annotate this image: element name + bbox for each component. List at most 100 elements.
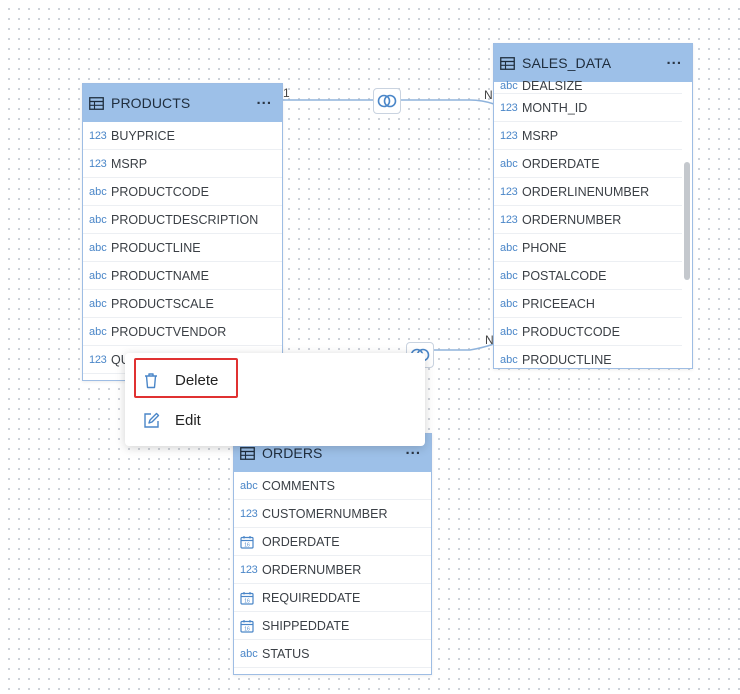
field-row[interactable]: abc PRODUCTNAME: [83, 262, 282, 290]
model-canvas[interactable]: 1 N N PRODUCTS ... 123 BUYPRICE 123 MSRP abc…: [0, 0, 740, 694]
field-row[interactable]: abc PRODUCTCODE: [83, 178, 282, 206]
venn-icon: [377, 94, 397, 108]
field-name: ORDERNUMBER: [262, 562, 362, 577]
text-type-icon: abc: [500, 241, 518, 254]
field-row[interactable]: 16 REQUIREDDATE: [234, 584, 431, 612]
field-row[interactable]: abc DEALSIZE: [494, 78, 682, 94]
field-row[interactable]: abc STATUS: [234, 640, 431, 668]
field-row[interactable]: abc PRODUCTSCALE: [83, 290, 282, 318]
field-name: PRODUCTNAME: [111, 268, 209, 283]
field-name: REQUIREDDATE: [262, 590, 361, 605]
more-options-icon[interactable]: ...: [256, 92, 272, 111]
field-row[interactable]: 16 SHIPPEDDATE: [234, 612, 431, 640]
field-name: PRODUCTLINE: [522, 352, 612, 367]
field-name: PRODUCTCODE: [111, 184, 209, 199]
field-row[interactable]: 123 MONTH_ID: [494, 94, 682, 122]
field-name: COMMENTS: [262, 478, 335, 493]
field-row[interactable]: abc PRODUCTLINE: [494, 346, 682, 368]
join-icon[interactable]: [373, 88, 401, 114]
number-type-icon: 123: [240, 563, 258, 576]
relation-cardinality-left: 1: [283, 86, 290, 100]
trash-icon: [143, 371, 161, 389]
menu-item-edit[interactable]: Edit: [125, 400, 425, 440]
table-name: ORDERS: [262, 445, 323, 461]
table-icon: [240, 445, 256, 461]
table-icon: [500, 55, 516, 71]
table-card-products[interactable]: PRODUCTS ... 123 BUYPRICE 123 MSRP abc PRODUC…: [82, 83, 283, 381]
text-type-icon: abc: [500, 157, 518, 170]
field-name: PRICEEACH: [522, 296, 595, 311]
field-row[interactable]: abc PRODUCTDESCRIPTION: [83, 206, 282, 234]
table-name: SALES_DATA: [522, 55, 612, 71]
field-row[interactable]: abc ORDERDATE: [494, 150, 682, 178]
number-type-icon: 123: [500, 185, 518, 198]
svg-text:16: 16: [244, 542, 250, 548]
field-name: MSRP: [522, 128, 559, 143]
field-name: PRODUCTVENDOR: [111, 324, 227, 339]
field-name: PRODUCTDESCRIPTION: [111, 212, 259, 227]
field-row[interactable]: abc PRODUCTCODE: [494, 318, 682, 346]
field-row[interactable]: abc POSTALCODE: [494, 262, 682, 290]
text-type-icon: abc: [89, 213, 107, 226]
field-row[interactable]: 16 ORDERDATE: [234, 528, 431, 556]
field-name: ORDERNUMBER: [522, 212, 622, 227]
field-row[interactable]: 123 ORDERNUMBER: [234, 556, 431, 584]
text-type-icon: abc: [500, 325, 518, 338]
table-card-sales-data[interactable]: SALES_DATA ... abc DEALSIZE 123 MONTH_ID 123…: [493, 43, 693, 369]
field-row[interactable]: 123 ORDERLINENUMBER: [494, 178, 682, 206]
field-row[interactable]: 123 MSRP: [83, 150, 282, 178]
number-type-icon: 123: [89, 129, 107, 142]
field-row[interactable]: abc PHONE: [494, 234, 682, 262]
field-row[interactable]: abc COMMENTS: [234, 472, 431, 500]
text-type-icon: abc: [240, 647, 258, 660]
field-row[interactable]: abc PRICEEACH: [494, 290, 682, 318]
menu-item-delete[interactable]: Delete: [125, 360, 425, 400]
svg-text:16: 16: [244, 598, 250, 604]
field-list: abc DEALSIZE 123 MONTH_ID 123 MSRP abc ORDERDAT…: [494, 78, 682, 368]
field-name: PHONE: [522, 240, 567, 255]
field-name: MSRP: [111, 156, 148, 171]
field-name: POSTALCODE: [522, 268, 607, 283]
table-name: PRODUCTS: [111, 95, 191, 111]
field-row[interactable]: 123 CUSTOMERNUMBER: [234, 500, 431, 528]
text-type-icon: abc: [500, 269, 518, 282]
scrollbar[interactable]: [684, 162, 690, 280]
text-type-icon: abc: [89, 185, 107, 198]
text-type-icon: abc: [500, 297, 518, 310]
relation-cardinality-right: N: [484, 88, 493, 102]
field-row[interactable]: 123 ORDERNUMBER: [494, 206, 682, 234]
table-icon: [89, 95, 105, 111]
date-type-icon: 16: [240, 619, 262, 633]
text-type-icon: abc: [500, 79, 518, 92]
number-type-icon: 123: [500, 101, 518, 114]
number-type-icon: 123: [89, 157, 107, 170]
number-type-icon: 123: [240, 507, 258, 520]
field-row[interactable]: 123 MSRP: [494, 122, 682, 150]
text-type-icon: abc: [89, 241, 107, 254]
menu-item-label: Edit: [175, 411, 201, 429]
text-type-icon: abc: [240, 479, 258, 492]
field-list: 123 BUYPRICE 123 MSRP abc PRODUCTCODE abc PRODU…: [83, 122, 282, 380]
field-name: ORDERDATE: [262, 534, 340, 549]
field-name: BUYPRICE: [111, 128, 175, 143]
field-list: abc COMMENTS 123 CUSTOMERNUMBER 16 ORDERDATE 1…: [234, 472, 431, 674]
table-header[interactable]: PRODUCTS ...: [83, 84, 282, 122]
table-header[interactable]: SALES_DATA ...: [494, 44, 692, 82]
field-name: CUSTOMERNUMBER: [262, 506, 388, 521]
number-type-icon: 123: [500, 213, 518, 226]
menu-item-label: Delete: [175, 371, 219, 389]
field-name: STATUS: [262, 646, 310, 661]
field-name: ORDERDATE: [522, 156, 600, 171]
date-type-icon: 16: [240, 535, 262, 549]
number-type-icon: 123: [89, 353, 107, 366]
field-row[interactable]: abc PRODUCTLINE: [83, 234, 282, 262]
field-name: PRODUCTLINE: [111, 240, 201, 255]
more-options-icon[interactable]: ...: [666, 52, 682, 71]
svg-text:16: 16: [244, 626, 250, 632]
field-name: ORDERLINENUMBER: [522, 184, 650, 199]
more-options-icon[interactable]: ...: [405, 442, 421, 461]
field-row[interactable]: abc PRODUCTVENDOR: [83, 318, 282, 346]
table-card-orders[interactable]: ORDERS ... abc COMMENTS 123 CUSTOMERNUMBER 1…: [233, 433, 432, 675]
field-name: SHIPPEDDATE: [262, 618, 350, 633]
field-row[interactable]: 123 BUYPRICE: [83, 122, 282, 150]
